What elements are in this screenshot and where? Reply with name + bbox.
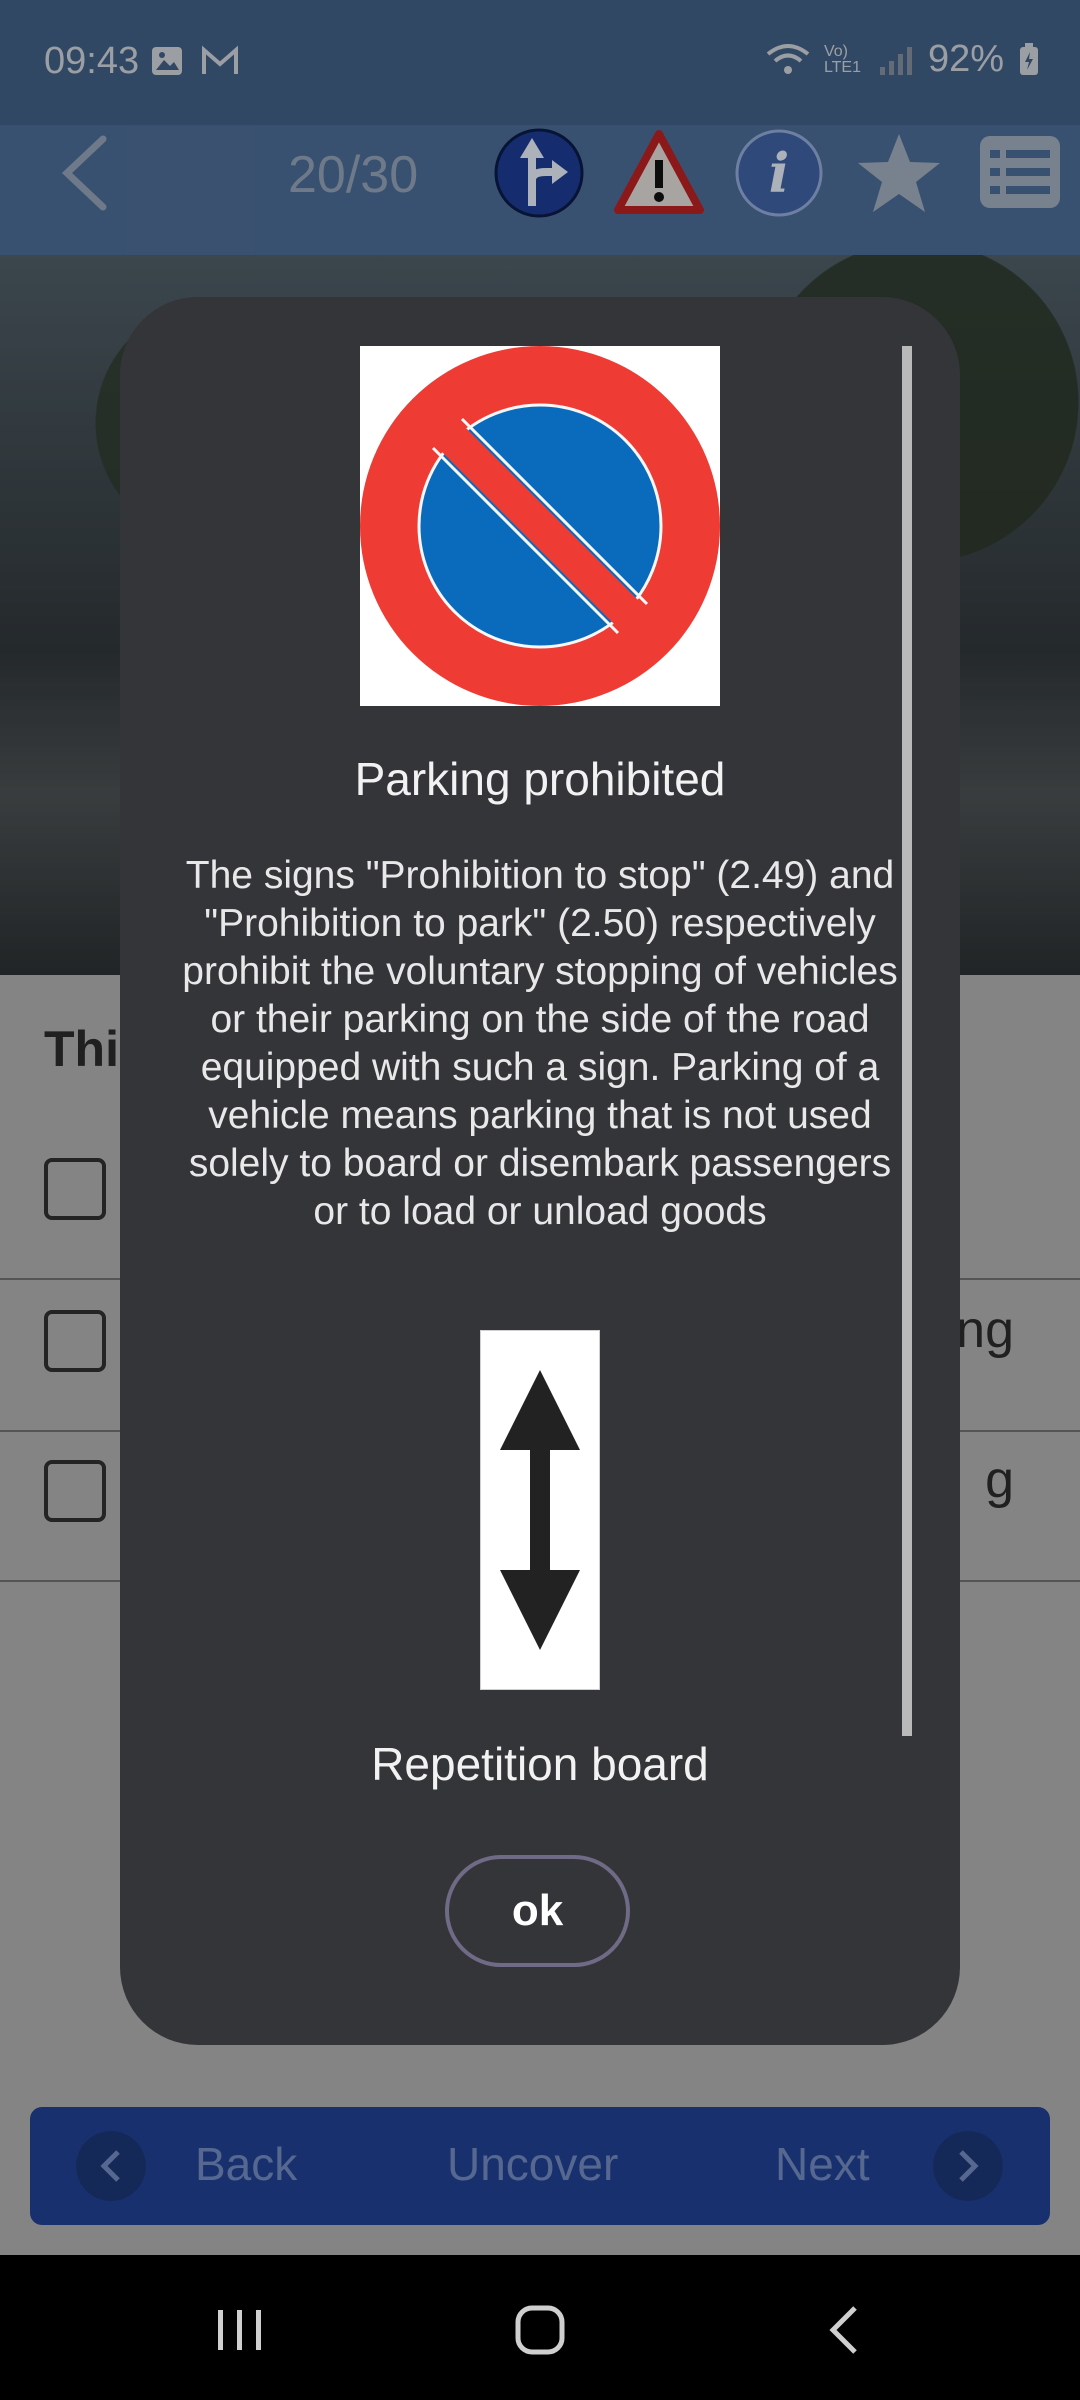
system-back-icon[interactable] <box>815 2300 875 2360</box>
home-icon[interactable] <box>510 2300 570 2360</box>
ok-button[interactable]: ok <box>445 1855 630 1967</box>
repetition-board-sign-image <box>479 1329 601 1691</box>
sign1-name: Parking prohibited <box>354 753 726 805</box>
sign1-description: The signs "Prohibition to stop" (2.49) a… <box>182 854 898 1233</box>
parking-prohibited-sign-image <box>360 346 720 706</box>
system-nav-bar <box>0 2255 1080 2400</box>
recent-apps-icon[interactable] <box>210 2300 270 2360</box>
sign2-name: Repetition board <box>371 1738 709 1790</box>
